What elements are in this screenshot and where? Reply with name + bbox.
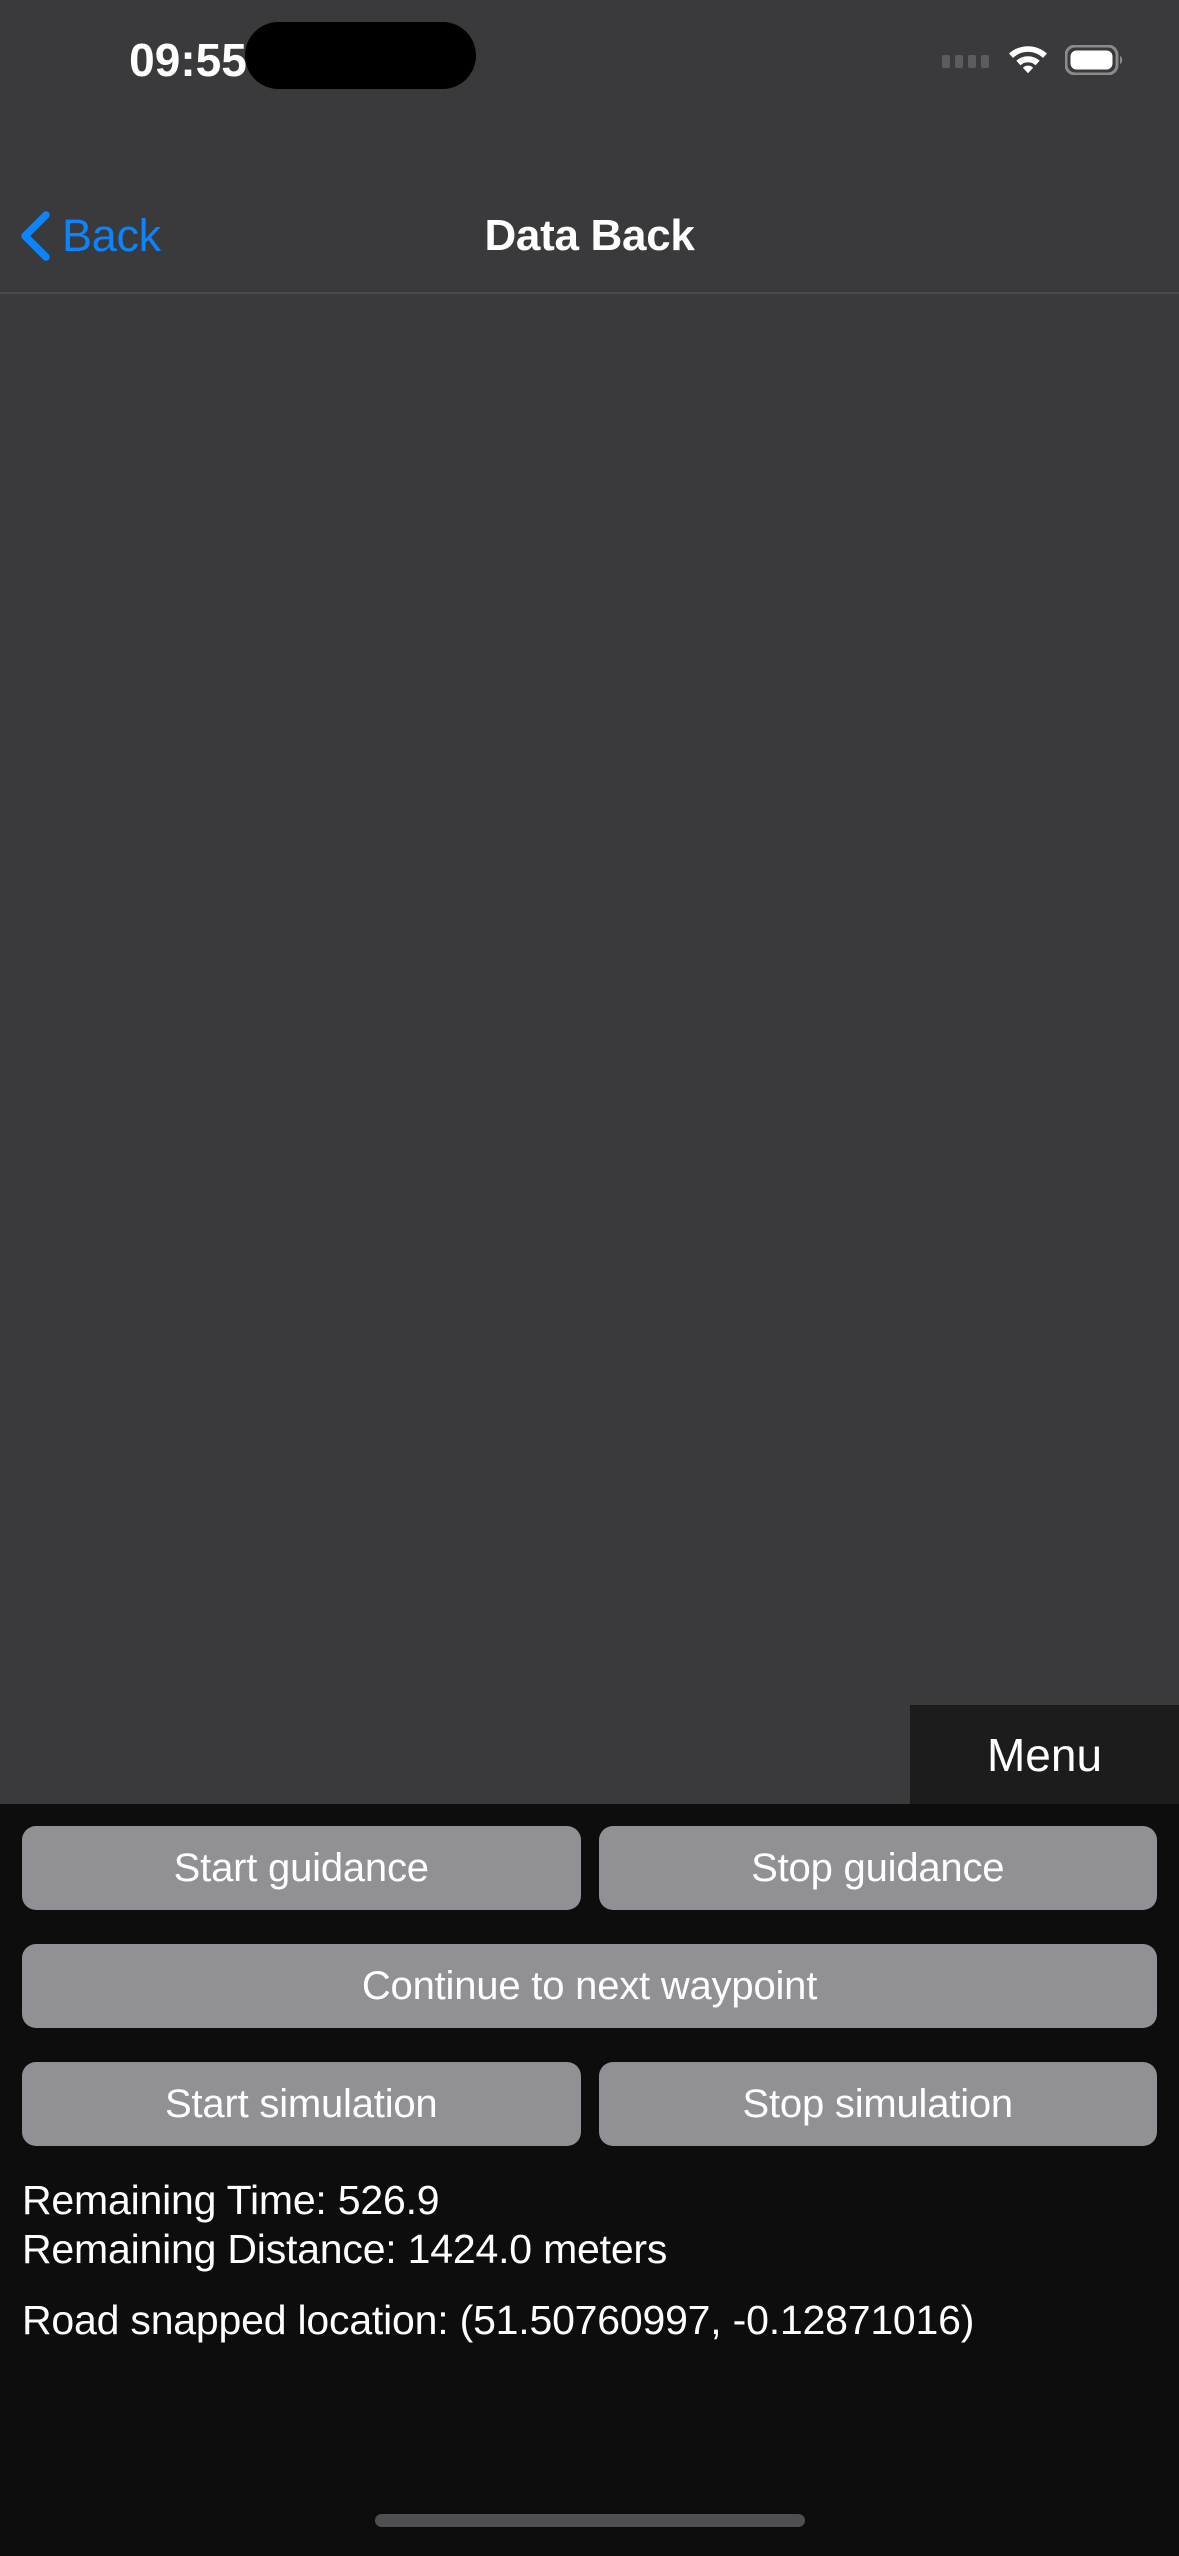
remaining-distance-text: Remaining Distance: 1424.0 meters: [22, 2226, 668, 2272]
continue-to-next-waypoint-button[interactable]: Continue to next waypoint: [22, 1944, 1157, 2028]
start-guidance-label: Start guidance: [173, 1845, 429, 1890]
road-snapped-location-text: Road snapped location: (51.50760997, -0.…: [22, 2297, 975, 2343]
start-simulation-button[interactable]: Start simulation: [22, 2062, 581, 2146]
remaining-info: Remaining Time: 526.9 Remaining Distance…: [22, 2176, 1142, 2274]
back-button[interactable]: Back: [18, 180, 161, 292]
stop-simulation-label: Stop simulation: [742, 2081, 1014, 2126]
map-view[interactable]: Menu: [0, 294, 1179, 1804]
simulation-button-row: Start simulation Stop simulation: [22, 2062, 1157, 2146]
waypoint-button-row: Continue to next waypoint: [22, 1944, 1157, 2028]
stop-simulation-button[interactable]: Stop simulation: [598, 2062, 1157, 2146]
status-bar-indicators: [942, 40, 1125, 80]
chevron-left-icon: [18, 211, 52, 261]
guidance-button-row: Start guidance Stop guidance: [22, 1826, 1157, 1910]
stop-guidance-button[interactable]: Stop guidance: [598, 1826, 1157, 1910]
wifi-icon: [1007, 42, 1049, 79]
dynamic-island: [245, 22, 476, 89]
status-bar: 09:55: [0, 0, 1179, 180]
page-title: Data Back: [484, 211, 695, 260]
menu-button-label: Menu: [986, 1728, 1103, 1781]
cellular-dots-icon: [942, 52, 989, 68]
start-guidance-button[interactable]: Start guidance: [22, 1826, 581, 1910]
navigation-bar: Data Back Back: [0, 180, 1179, 294]
phone-screen: 09:55 Data Back Back Menu Start guidance…: [0, 0, 1179, 2556]
start-simulation-label: Start simulation: [165, 2081, 438, 2126]
menu-button[interactable]: Menu: [910, 1705, 1179, 1804]
continue-waypoint-label: Continue to next waypoint: [361, 1963, 818, 2008]
back-button-label: Back: [62, 210, 161, 261]
battery-full-icon: [1064, 44, 1125, 76]
stop-guidance-label: Stop guidance: [751, 1845, 1005, 1890]
controls-panel: Start guidance Stop guidance Continue to…: [0, 1804, 1179, 2556]
home-indicator[interactable]: [374, 2514, 805, 2527]
remaining-time-text: Remaining Time: 526.9: [22, 2177, 440, 2223]
